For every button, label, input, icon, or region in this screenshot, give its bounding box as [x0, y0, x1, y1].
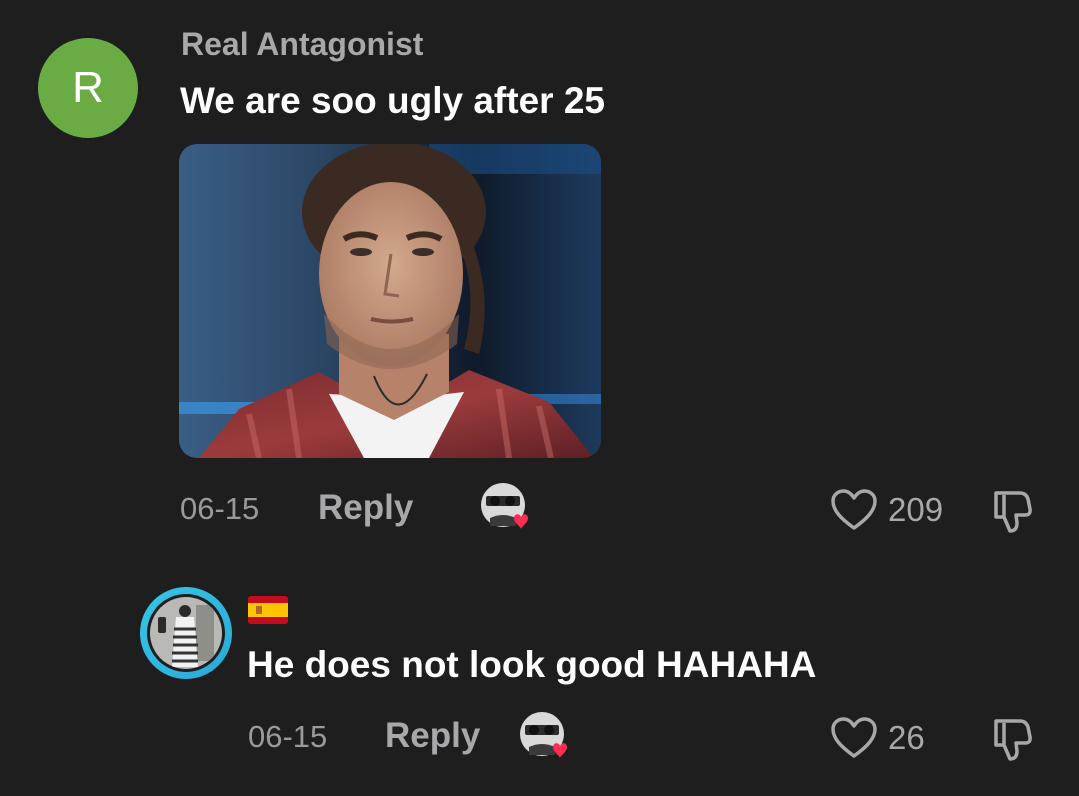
like-count: 209	[888, 491, 944, 528]
heart-outline-icon	[831, 717, 877, 758]
avatar-letter: R	[72, 63, 104, 112]
heart-outline-icon	[831, 489, 877, 530]
comment-username[interactable]: Real Antagonist	[181, 26, 423, 63]
creator-liked-badge-icon	[520, 712, 567, 758]
reply-creator-liked-badge	[519, 711, 569, 761]
dislike-button[interactable]	[990, 487, 1042, 535]
man-portrait-image	[179, 144, 601, 458]
commenter-avatar[interactable]: R	[38, 38, 138, 138]
reply-button[interactable]: Reply	[318, 488, 413, 528]
spain-flag-icon	[248, 596, 288, 624]
reply-text: He does not look good HAHAHA	[247, 644, 817, 685]
comment-date: 06-15	[180, 491, 260, 526]
reply-date: 06-15	[248, 719, 328, 754]
reply-like-count: 26	[888, 719, 925, 756]
reply-avatar[interactable]	[140, 587, 232, 679]
reply-dislike-button[interactable]	[990, 715, 1042, 763]
reply-like-button[interactable]	[830, 716, 878, 760]
dislike-icon	[994, 491, 1032, 533]
reply-reply-button[interactable]: Reply	[385, 716, 480, 756]
reply-avatar-image	[150, 597, 222, 669]
creator-liked-badge-icon	[481, 483, 528, 529]
creator-liked-badge	[480, 482, 530, 532]
dislike-icon	[994, 719, 1032, 761]
comment-image[interactable]	[179, 144, 601, 458]
comment-text: We are soo ugly after 25	[180, 80, 605, 121]
like-button[interactable]	[830, 488, 878, 532]
